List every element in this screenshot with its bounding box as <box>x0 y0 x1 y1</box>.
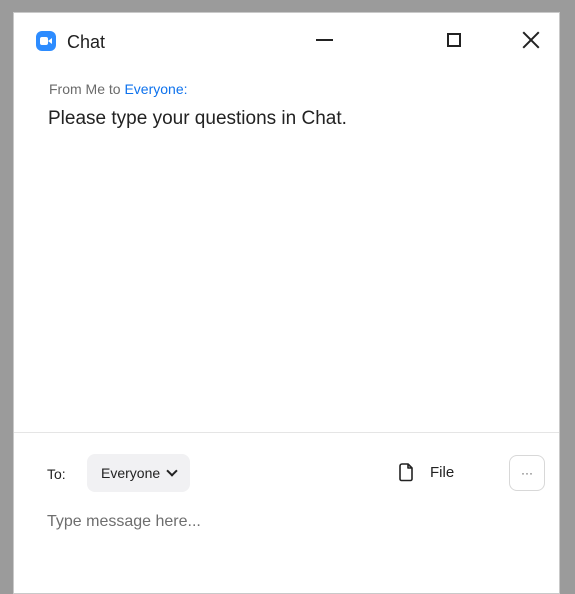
compose-area: To: Everyone File ··· <box>14 433 559 593</box>
message-text: Please type your questions in Chat. <box>48 108 347 129</box>
maximize-button[interactable] <box>431 25 477 55</box>
file-label: File <box>430 463 455 481</box>
zoom-video-icon <box>36 31 56 51</box>
more-icon: ··· <box>521 466 533 480</box>
message-recipient[interactable]: Everyone: <box>124 81 187 97</box>
to-label: To: <box>47 466 66 482</box>
more-options-button[interactable]: ··· <box>509 455 545 491</box>
recipient-selected: Everyone <box>101 465 161 481</box>
window-title: Chat <box>67 32 106 52</box>
maximize-icon <box>447 33 461 47</box>
chat-window: Chat From Me to Everyone: Please type yo… <box>13 12 560 594</box>
close-button[interactable] <box>508 25 554 55</box>
file-button[interactable]: File <box>396 457 454 487</box>
title-bar[interactable]: Chat <box>14 13 559 57</box>
file-icon <box>399 463 413 482</box>
message-list[interactable]: From Me to Everyone: Please type your qu… <box>14 73 559 430</box>
message-input[interactable] <box>47 509 527 535</box>
message-header: From Me to Everyone: <box>49 81 188 97</box>
close-icon <box>522 31 540 49</box>
minimize-icon <box>315 39 333 41</box>
chevron-down-icon <box>166 465 178 477</box>
minimize-button[interactable] <box>301 25 347 55</box>
message-from: From Me to <box>49 81 121 97</box>
recipient-dropdown[interactable]: Everyone <box>87 454 191 492</box>
